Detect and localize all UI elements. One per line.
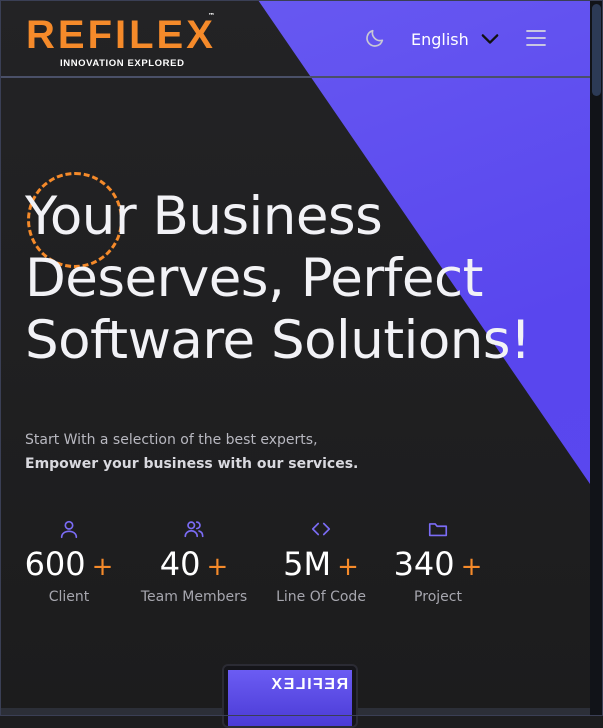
stat-clients: 600 + Client (9, 518, 129, 605)
hero-title-line: Your Business (25, 186, 383, 247)
logo-wordmark-text: REFILEX (26, 13, 216, 57)
stat-plus: + (337, 552, 359, 582)
mirrored-logo-image: REFILEX (270, 676, 349, 693)
logo-tagline: INNOVATION EXPLORED (60, 58, 185, 69)
stat-label: Project (414, 589, 462, 605)
hero-subtitle-bold: Empower your business with our services. (25, 456, 359, 472)
hero-title-line: Software Solutions! (25, 310, 531, 371)
stat-label: Line Of Code (276, 589, 366, 605)
stat-number: 40 (159, 545, 201, 583)
hero-subtitle: Start With a selection of the best exper… (25, 428, 358, 476)
stat-number: 600 (24, 545, 86, 583)
stat-lines-of-code: 5M + Line Of Code (261, 518, 381, 605)
stat-number: 340 (393, 545, 455, 583)
stat-label: Client (48, 589, 90, 605)
hamburger-menu-icon[interactable] (526, 29, 546, 47)
stat-value: 40 + (134, 544, 254, 587)
stats-row: 600 + Client 40 + Team Members 5M + Line Of… (0, 518, 590, 618)
scrollbar-thumb[interactable] (592, 4, 601, 96)
hero-title: Your Business Deserves, Perfect Software… (25, 186, 585, 372)
code-icon (311, 522, 331, 536)
stat-label: Team Members (140, 589, 248, 605)
hero-subtitle-line: Start With a selection of the best exper… (25, 432, 318, 448)
stat-projects: 340 + Project (378, 518, 498, 605)
brand-logo[interactable]: REFILEX ™ INNOVATION EXPLORED (26, 12, 226, 72)
stat-value: 340 + (378, 544, 498, 587)
language-selector[interactable]: English (411, 30, 469, 49)
header-divider (0, 76, 590, 78)
laptop-screen: REFILEX (228, 670, 352, 726)
hero-title-line: Deserves, Perfect (25, 248, 483, 309)
stat-team-members: 40 + Team Members (134, 518, 254, 605)
logo-wordmark: REFILEX (26, 12, 216, 58)
stat-plus: + (91, 552, 114, 582)
moon-icon[interactable] (364, 27, 386, 49)
stat-number: 5M (283, 545, 332, 583)
stat-value: 600 + (9, 544, 129, 587)
users-icon (184, 521, 204, 538)
stat-value: 5M + (261, 544, 381, 587)
laptop-illustration: REFILEX (222, 664, 358, 728)
stat-plus: + (206, 552, 229, 582)
stat-plus: + (460, 552, 483, 582)
folder-icon (428, 523, 448, 537)
chevron-down-icon[interactable] (479, 30, 501, 48)
logo-trademark: ™ (208, 12, 215, 20)
scrollbar-track[interactable] (590, 0, 603, 716)
user-icon (60, 520, 78, 539)
